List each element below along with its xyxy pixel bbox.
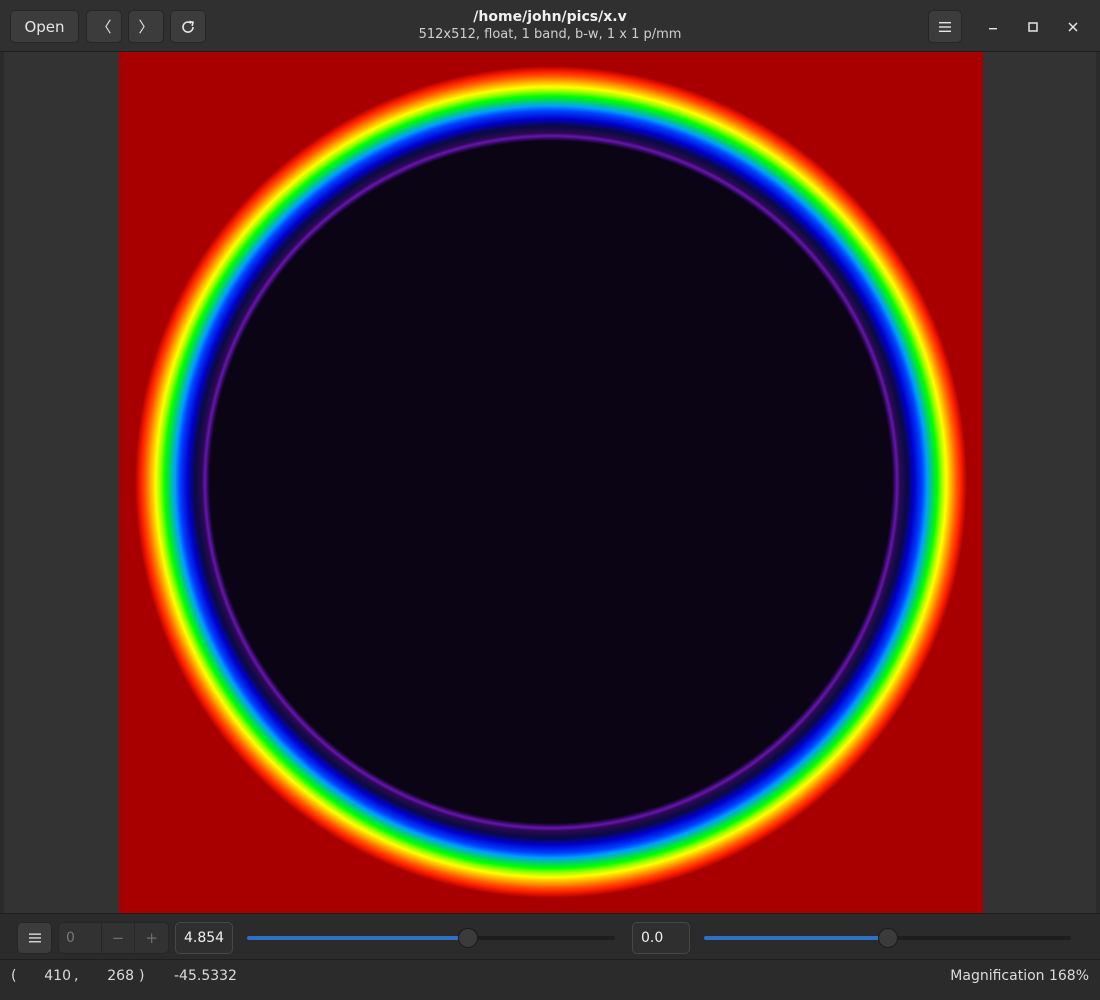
image-canvas[interactable] (119, 52, 983, 913)
offset-slider[interactable] (704, 928, 1071, 948)
title-area: /home/john/pics/x.v 512x512, float, 1 ba… (300, 8, 800, 44)
cursor-x: 410 (44, 968, 71, 984)
offset-slider-handle[interactable] (877, 928, 898, 948)
forward-icon: 〉 (138, 18, 154, 36)
hamburger-menu-icon (939, 21, 951, 32)
offset-slider-fill (704, 936, 888, 940)
page-decrement-button[interactable]: − (100, 923, 135, 953)
close-button[interactable] (1059, 13, 1087, 41)
display-menu-button[interactable] (17, 922, 52, 954)
page-increment-button[interactable]: + (134, 923, 168, 953)
close-icon (1068, 22, 1078, 32)
rainbow-ring (135, 66, 967, 898)
magnification-label: Magnification 168% (950, 968, 1089, 984)
offset-input[interactable]: 0.0 (632, 922, 690, 954)
scale-slider[interactable] (247, 928, 615, 948)
open-button[interactable]: Open (10, 10, 79, 43)
back-button[interactable]: 〈 (86, 10, 122, 43)
status-bar: ( 410 , 268 ) -45.5332 Magnification 168… (0, 960, 1100, 1000)
minimize-button[interactable] (979, 13, 1007, 41)
cursor-y: 268 (107, 968, 134, 984)
image-viewport[interactable] (4, 52, 1096, 913)
hamburger-menu-icon (28, 933, 41, 943)
pixel-value: -45.5332 (174, 968, 237, 984)
forward-button[interactable]: 〉 (128, 10, 164, 43)
maximize-button[interactable] (1019, 13, 1047, 41)
window-title: /home/john/pics/x.v (473, 9, 627, 25)
display-controls: 0 − + 4.854 0.0 (0, 913, 1100, 960)
reload-icon (182, 20, 194, 33)
page-spinner-value: 0 (66, 930, 75, 946)
coord-close-paren: ) (139, 968, 145, 984)
main-menu-button[interactable] (928, 10, 962, 43)
image-info: 512x512, float, 1 band, b-w, 1 x 1 p/mm (418, 27, 682, 42)
coord-separator: , (74, 968, 79, 984)
maximize-icon (1028, 22, 1038, 32)
header-bar: Open 〈 〉 /home/john/pics/x.v 512x512, fl… (0, 0, 1100, 52)
coord-open-paren: ( (11, 968, 17, 984)
scale-slider-handle[interactable] (457, 928, 478, 948)
scale-slider-fill (247, 936, 468, 940)
back-icon: 〈 (96, 18, 112, 36)
scale-input[interactable]: 4.854 (175, 922, 233, 954)
minimize-icon (989, 28, 997, 30)
reload-button[interactable] (170, 10, 206, 43)
page-spinner: 0 − + (58, 922, 169, 954)
